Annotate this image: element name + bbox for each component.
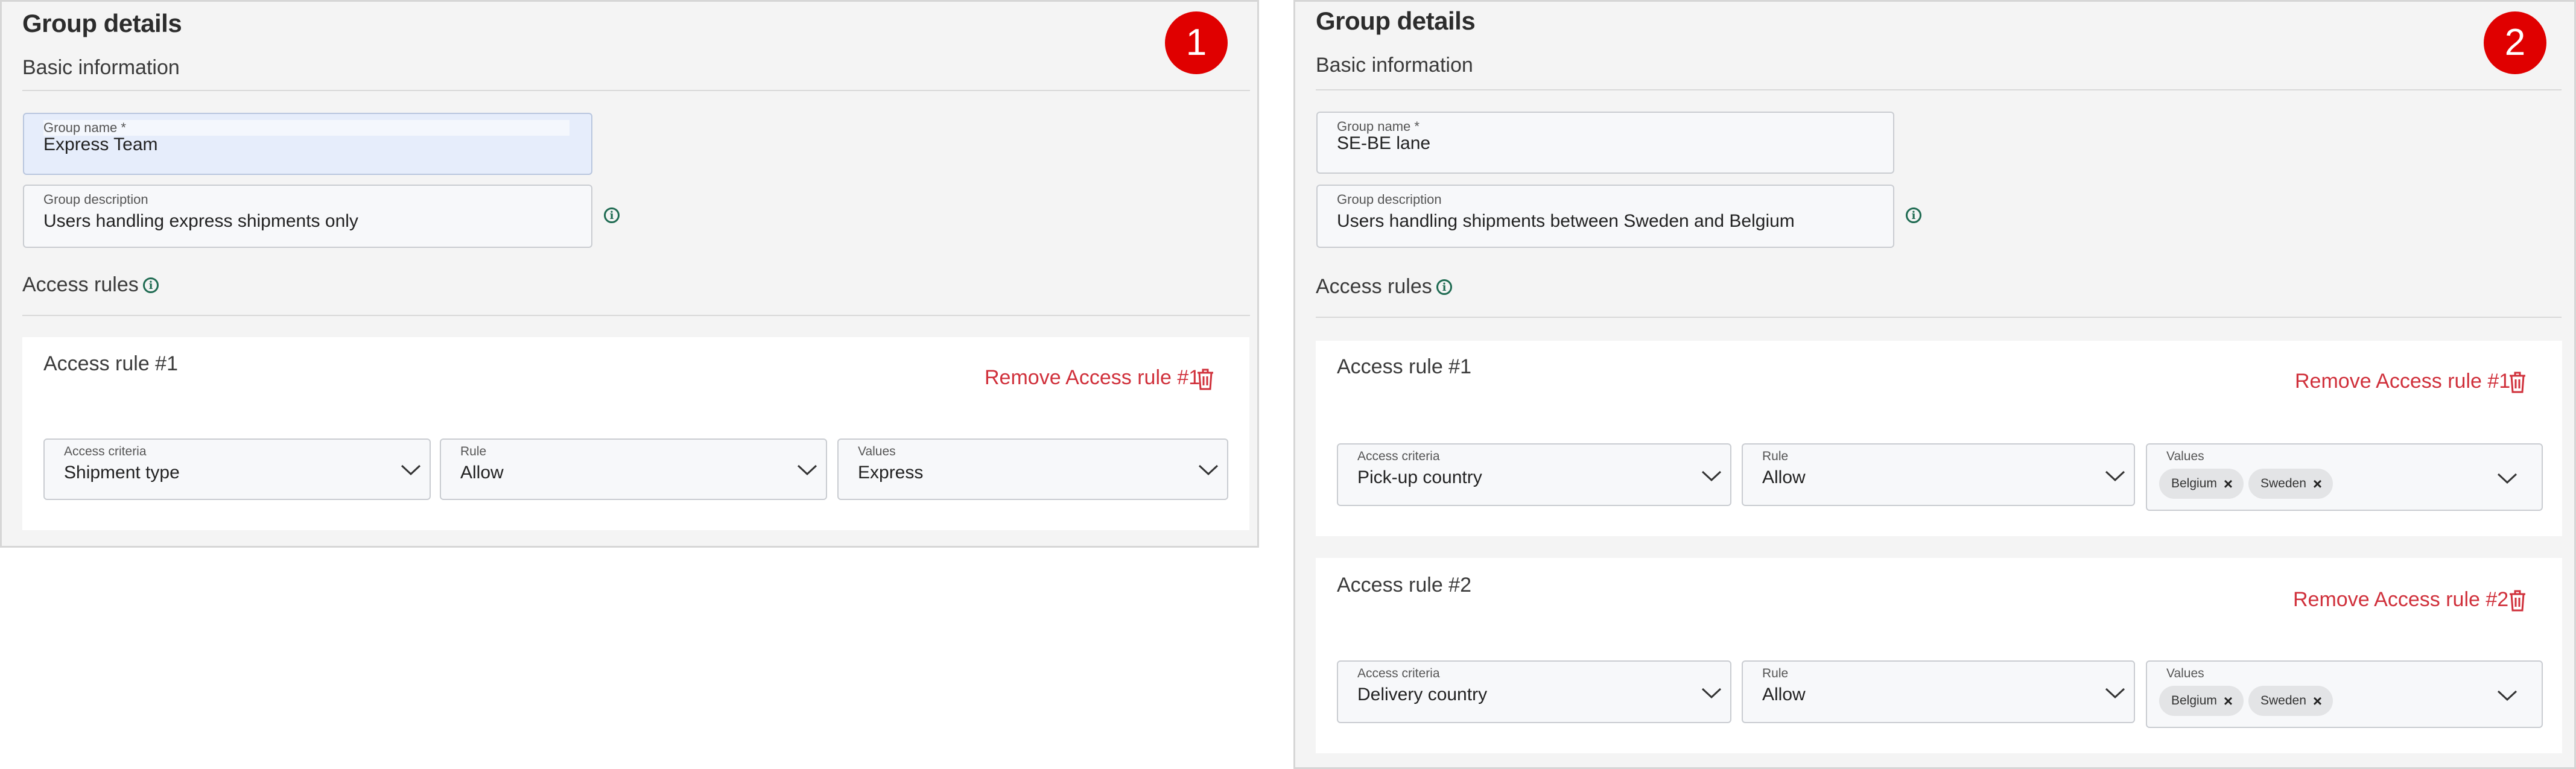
- access-criteria-value: Shipment type: [64, 463, 180, 483]
- group-description-label: Group description: [1337, 192, 1442, 207]
- page-title: Group details: [1316, 7, 1476, 35]
- chip-label: Belgium: [2171, 694, 2217, 707]
- access-rule-title: Access rule #2: [1337, 574, 1471, 597]
- info-circle-icon[interactable]: i: [143, 277, 159, 293]
- rule-label: Rule: [1762, 449, 1789, 463]
- trash-icon[interactable]: [1196, 368, 1214, 391]
- rule-value: Allow: [1762, 467, 1806, 487]
- section-divider: [22, 315, 1250, 316]
- rule-value: Allow: [460, 463, 504, 483]
- info-circle-icon[interactable]: i: [604, 207, 620, 223]
- rule-value: Allow: [1762, 685, 1806, 704]
- basic-information-heading: Basic information: [1316, 54, 1473, 77]
- access-criteria-select[interactable]: Access criteria Shipment type: [43, 438, 431, 500]
- chevron-down-icon: [2497, 690, 2517, 701]
- close-icon[interactable]: ×: [2224, 469, 2233, 499]
- group-description-field[interactable]: Group description Users handling shipmen…: [1316, 185, 1894, 248]
- values-select[interactable]: Values Express: [837, 438, 1228, 500]
- close-icon[interactable]: ×: [2224, 686, 2233, 716]
- group-description-value: Users handling express shipments only: [43, 211, 358, 231]
- group-details-panel-1: Group details 1 Basic information Group …: [0, 0, 1259, 548]
- group-description-label: Group description: [43, 192, 148, 207]
- values-label: Values: [2166, 666, 2204, 680]
- rule-label: Rule: [1762, 666, 1789, 680]
- access-criteria-select[interactable]: Access criteria Delivery country: [1337, 660, 1731, 723]
- group-description-field[interactable]: Group description Users handling express…: [23, 185, 592, 248]
- chevron-down-icon: [2105, 688, 2125, 699]
- access-criteria-label: Access criteria: [1357, 449, 1440, 463]
- info-circle-icon[interactable]: i: [1906, 207, 1921, 223]
- value-chip: Sweden ×: [2248, 686, 2333, 716]
- rule-select[interactable]: Rule Allow: [1742, 443, 2135, 506]
- chip-label: Sweden: [2260, 694, 2306, 707]
- rule-select[interactable]: Rule Allow: [1742, 660, 2135, 723]
- values-label: Values: [858, 445, 896, 458]
- close-icon[interactable]: ×: [2313, 469, 2322, 499]
- chevron-down-icon: [1701, 688, 1722, 699]
- access-rule-card: Access rule #1 Remove Access rule #1 Acc…: [1316, 341, 2562, 536]
- trash-icon[interactable]: [2508, 589, 2527, 612]
- access-rule-title: Access rule #1: [1337, 355, 1471, 378]
- group-name-label: Group name *: [1337, 119, 1420, 134]
- access-rules-heading: Access rules: [1316, 275, 1432, 298]
- chip-label: Belgium: [2171, 476, 2217, 490]
- remove-access-rule-button[interactable]: Remove Access rule #1: [985, 366, 1200, 390]
- value-chip: Sweden ×: [2248, 469, 2333, 499]
- chip-label: Sweden: [2260, 476, 2306, 490]
- value-chip: Belgium ×: [2159, 686, 2244, 716]
- access-criteria-select[interactable]: Access criteria Pick-up country: [1337, 443, 1731, 506]
- values-label: Values: [2166, 449, 2204, 463]
- group-name-label: Group name *: [43, 120, 126, 135]
- chevron-down-icon: [401, 464, 421, 476]
- basic-information-heading: Basic information: [22, 56, 180, 79]
- group-name-field[interactable]: Group name * Express Team: [23, 113, 592, 175]
- values-value: Express: [858, 463, 924, 483]
- access-rule-title: Access rule #1: [43, 352, 178, 375]
- access-rule-card: Access rule #2 Remove Access rule #2 Acc…: [1316, 558, 2562, 753]
- access-rules-heading: Access rules: [22, 273, 139, 296]
- chevron-down-icon: [1198, 464, 1219, 476]
- chevron-down-icon: [797, 464, 817, 476]
- values-multiselect[interactable]: Values Belgium × Sweden ×: [2146, 443, 2543, 511]
- info-circle-icon[interactable]: i: [1436, 279, 1452, 295]
- chevron-down-icon: [2497, 473, 2517, 484]
- access-rule-card: Access rule #1 Remove Access rule #1 Acc…: [22, 337, 1249, 530]
- step-badge: 1: [1165, 11, 1228, 74]
- trash-icon[interactable]: [2508, 371, 2527, 394]
- group-name-field[interactable]: Group name * SE-BE lane: [1316, 112, 1894, 174]
- group-description-value: Users handling shipments between Sweden …: [1337, 211, 1795, 231]
- group-details-panel-2: Group details 2 Basic information Group …: [1293, 0, 2576, 769]
- step-badge: 2: [2484, 11, 2546, 74]
- remove-access-rule-button[interactable]: Remove Access rule #1: [2295, 370, 2510, 393]
- remove-access-rule-button[interactable]: Remove Access rule #2: [2293, 588, 2508, 612]
- section-divider: [1316, 89, 2562, 90]
- access-criteria-value: Delivery country: [1357, 685, 1488, 704]
- values-multiselect[interactable]: Values Belgium × Sweden ×: [2146, 660, 2543, 728]
- access-criteria-label: Access criteria: [1357, 666, 1440, 680]
- section-divider: [1316, 317, 2562, 318]
- value-chip: Belgium ×: [2159, 469, 2244, 499]
- rule-label: Rule: [460, 445, 487, 458]
- chevron-down-icon: [1701, 470, 1722, 482]
- access-criteria-label: Access criteria: [64, 445, 147, 458]
- page-title: Group details: [22, 9, 182, 37]
- group-name-value: Express Team: [43, 134, 158, 154]
- access-criteria-value: Pick-up country: [1357, 467, 1482, 487]
- close-icon[interactable]: ×: [2313, 686, 2322, 716]
- group-name-value: SE-BE lane: [1337, 133, 1431, 153]
- chevron-down-icon: [2105, 470, 2125, 482]
- rule-select[interactable]: Rule Allow: [440, 438, 827, 500]
- section-divider: [22, 90, 1250, 91]
